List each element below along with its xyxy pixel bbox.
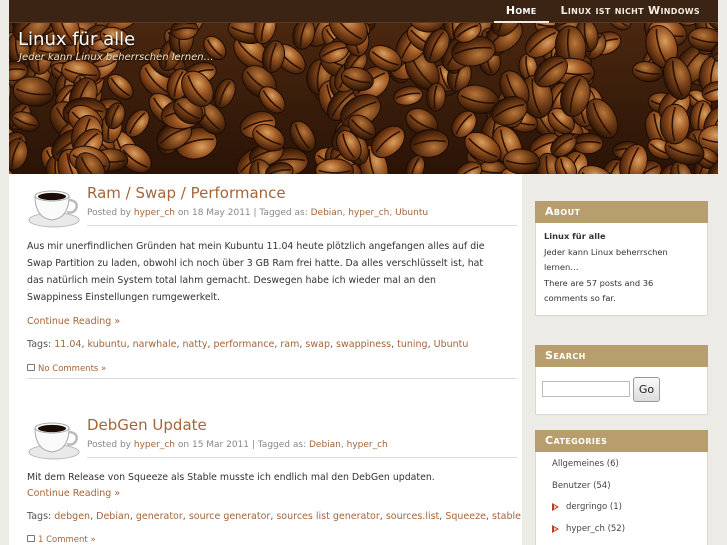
tag-link[interactable]: natty	[183, 339, 208, 350]
category-link[interactable]: Benutzer	[552, 481, 590, 491]
tag-link[interactable]: sources list generator	[276, 511, 379, 522]
tags-label: Tags:	[27, 339, 52, 350]
meta-tag-link[interactable]: Debian	[311, 208, 343, 218]
meta-tagged-as: | Tagged as:	[253, 208, 308, 218]
coffee-cup-icon	[28, 190, 80, 228]
tag-link[interactable]: source generator	[189, 511, 270, 522]
main-nav: Home Linux ist nicht Windows	[493, 0, 712, 23]
meta-tag-link[interactable]: hyper_ch	[348, 208, 389, 218]
search-widget: Search Go	[535, 345, 708, 415]
categories-list: Allgemeines (6) Benutzer (54) dergringo …	[535, 452, 708, 545]
search-go-button[interactable]: Go	[633, 377, 660, 402]
post-meta: Posted by hyper_ch on 15 Mar 2011 | Tagg…	[87, 440, 388, 450]
tag-link[interactable]: narwhale	[133, 339, 177, 350]
search-form: Go	[535, 367, 708, 415]
meta-author-link[interactable]: hyper_ch	[134, 440, 175, 450]
tags-label: Tags:	[27, 511, 52, 522]
tag-link[interactable]: debgen	[54, 511, 90, 522]
category-count: (52)	[607, 523, 626, 534]
post-divider	[87, 225, 517, 226]
post-title[interactable]: DebGen Update	[87, 416, 207, 434]
comments-label: No Comments »	[38, 364, 107, 374]
post-tags: Tags: debgen, Debian, generator, source …	[27, 511, 522, 522]
tag-link[interactable]: Ubuntu	[434, 339, 469, 350]
about-heading: About	[535, 201, 708, 223]
search-heading: Search	[535, 345, 708, 367]
meta-tag-link[interactable]: Debian	[309, 440, 341, 450]
search-input[interactable]	[542, 381, 630, 397]
meta-tagged-as: | Tagged as:	[251, 440, 307, 450]
comments-link[interactable]: No Comments »	[27, 364, 106, 374]
category-count: (6)	[606, 459, 619, 469]
tag-link[interactable]: 11.04	[54, 339, 81, 350]
nav-linux-ist-nicht-windows[interactable]: Linux ist nicht Windows	[549, 0, 712, 23]
top-navigation-bar: Home Linux ist nicht Windows	[9, 0, 718, 23]
continue-reading-link[interactable]: Continue Reading »	[27, 316, 120, 327]
about-stats: There are 57 posts and 36 comments so fa…	[544, 277, 654, 304]
tag-link[interactable]: stable	[492, 511, 521, 522]
tag-link[interactable]: Debian	[96, 511, 130, 522]
post-excerpt: Mit dem Release von Squeeze als Stable m…	[27, 472, 435, 483]
tag-link[interactable]: performance	[214, 339, 275, 350]
comments-label: 1 Comment »	[38, 535, 96, 545]
about-widget: About Linux für alle Jeder kann Linux be…	[535, 201, 708, 316]
tag-link[interactable]: swappiness	[336, 339, 391, 350]
comment-icon	[27, 535, 35, 542]
tag-link[interactable]: kubuntu	[88, 339, 127, 350]
nav-home[interactable]: Home	[493, 0, 549, 23]
meta-tag-link[interactable]: Ubuntu	[395, 208, 428, 218]
meta-tag-link[interactable]: hyper_ch	[347, 440, 388, 450]
post-tags: Tags: 11.04, kubuntu, narwhale, natty, p…	[27, 339, 469, 350]
tag-link[interactable]: Squeeze	[445, 511, 486, 522]
meta-date: 18 May 2011	[191, 208, 251, 218]
tag-link[interactable]: swap	[305, 339, 330, 350]
post-separator	[27, 378, 517, 379]
meta-posted-by: Posted by	[87, 208, 131, 218]
post-divider	[87, 457, 517, 458]
meta-on: on	[177, 208, 190, 218]
category-count: (1)	[609, 502, 622, 512]
coffee-cup-icon	[28, 422, 80, 460]
comment-icon	[27, 364, 35, 371]
tag-link[interactable]: ram	[280, 339, 299, 350]
category-item-dergringo: dergringo (1)	[536, 495, 707, 517]
category-link[interactable]: dergringo	[566, 502, 607, 512]
site-header: Linux für alle Jeder kann Linux beherrsc…	[9, 23, 718, 174]
categories-widget: Categories Allgemeines (6) Benutzer (54)…	[535, 430, 708, 545]
meta-author-link[interactable]: hyper_ch	[134, 208, 175, 218]
category-item-hyper-ch: hyper_ch (52)	[536, 517, 707, 539]
categories-heading: Categories	[535, 430, 708, 452]
meta-date: 15 Mar 2011	[191, 440, 250, 450]
category-link[interactable]: Allgemeines	[552, 459, 604, 469]
meta-posted-by: Posted by	[87, 440, 131, 450]
about-tagline: Jeder kann Linux beherrschen lernen…	[544, 246, 668, 273]
arrow-bullet-icon	[552, 503, 559, 511]
main-content: Ram / Swap / Performance Posted by hyper…	[9, 174, 522, 545]
tag-link[interactable]: tuning	[397, 339, 427, 350]
arrow-bullet-icon	[552, 524, 559, 533]
post-meta: Posted by hyper_ch on 18 May 2011 | Tagg…	[87, 208, 429, 218]
category-link[interactable]: hyper_ch	[566, 524, 605, 534]
tag-link[interactable]: sources.list	[386, 511, 439, 522]
category-item-benutzer: Benutzer (54)	[536, 474, 707, 496]
about-body: Linux für alle Jeder kann Linux beherrsc…	[535, 223, 708, 316]
continue-reading-link[interactable]: Continue Reading »	[27, 488, 120, 499]
meta-on: on	[177, 440, 190, 450]
post-excerpt: Aus mir unerfindlichen Gründen hat mein …	[27, 241, 485, 303]
site-tagline: Jeder kann Linux beherrschen lernen…	[19, 52, 214, 63]
about-site-name: Linux für alle	[544, 231, 606, 241]
category-count: (54)	[593, 480, 611, 491]
category-item-allgemeines: Allgemeines (6)	[536, 452, 707, 474]
tag-link[interactable]: generator	[136, 511, 183, 522]
post-title[interactable]: Ram / Swap / Performance	[87, 184, 286, 202]
site-title[interactable]: Linux für alle	[18, 29, 135, 50]
comments-link[interactable]: 1 Comment »	[27, 535, 96, 545]
